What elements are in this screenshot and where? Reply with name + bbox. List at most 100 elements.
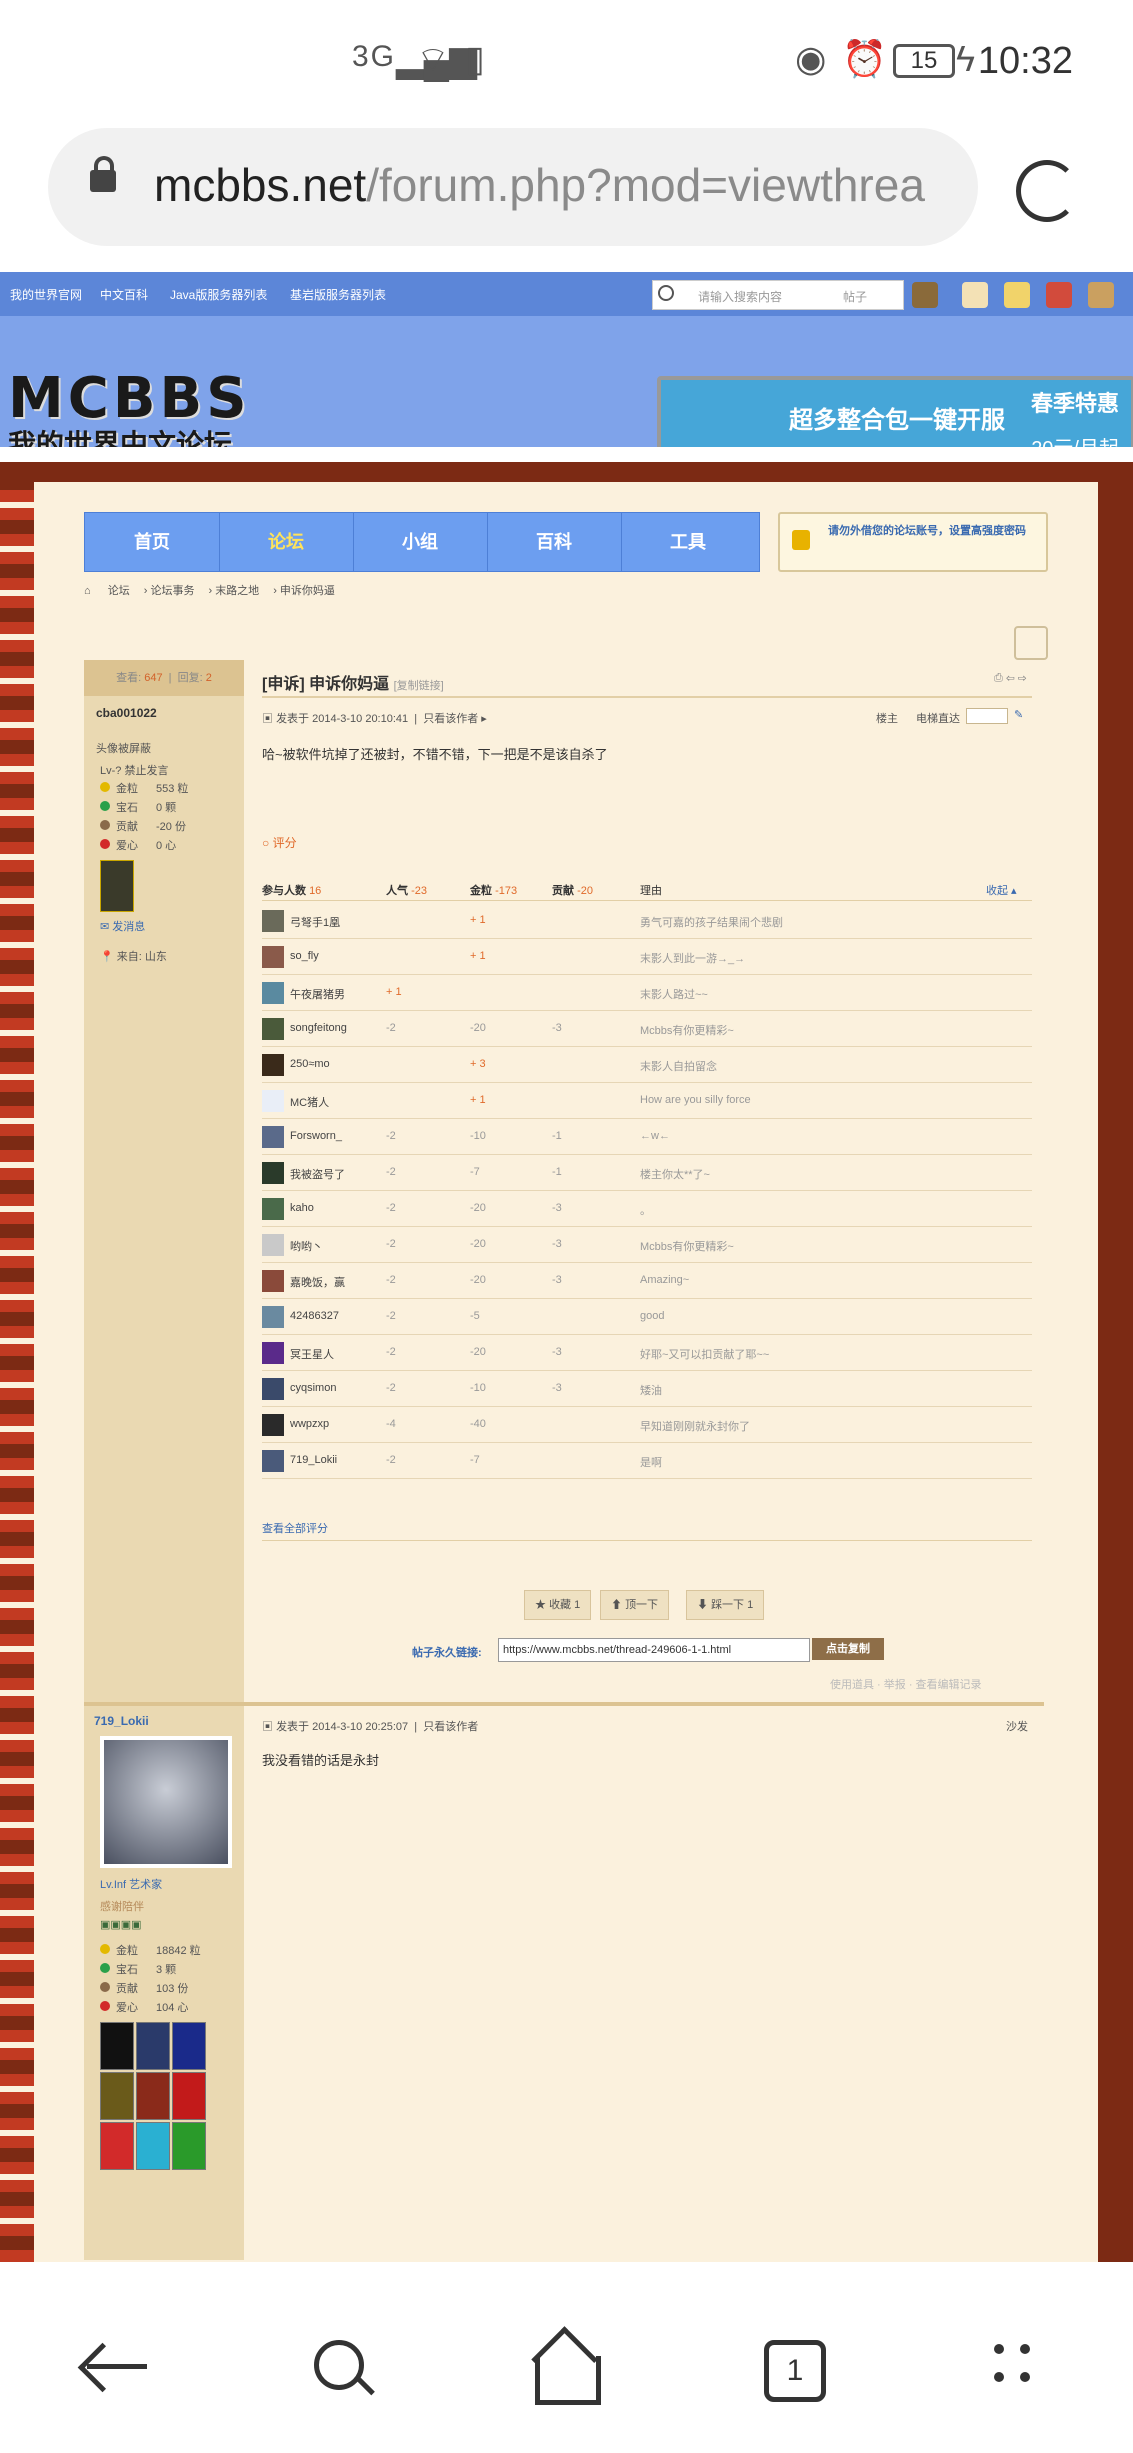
nav-groups[interactable]: 小组 bbox=[353, 513, 488, 571]
breadcrumb-thread[interactable]: 申诉你妈逼 bbox=[280, 585, 335, 597]
main-nav: 首页 论坛 小组 百科 工具 bbox=[84, 512, 760, 572]
rater-avatar[interactable] bbox=[262, 1450, 284, 1472]
back-icon[interactable] bbox=[75, 2326, 155, 2406]
upvote-button[interactable]: ⬆ 顶一下 bbox=[600, 1590, 670, 1620]
rater-name[interactable]: 哟哟丶 bbox=[290, 1238, 323, 1254]
more-menu-icon[interactable] bbox=[990, 2326, 1070, 2406]
permalink-field[interactable]: https://www.mcbbs.net/thread-249606-1-1.… bbox=[498, 1638, 810, 1662]
rating-gold: -7 bbox=[470, 1166, 480, 1178]
rater-avatar[interactable] bbox=[262, 1342, 284, 1364]
heart-icon bbox=[100, 2001, 110, 2011]
clock: 10:32 bbox=[977, 40, 1073, 82]
rating-pop: + 1 bbox=[386, 986, 402, 998]
home-nav-icon[interactable] bbox=[525, 2326, 605, 2406]
rater-name[interactable]: so_fly bbox=[290, 950, 319, 962]
rating-reason: Mcbbs有你更精彩~ bbox=[640, 1025, 734, 1037]
go-icon[interactable]: ✎ bbox=[1014, 708, 1023, 721]
copy-permalink-button[interactable]: 点击复制 bbox=[812, 1638, 884, 1660]
home-icon[interactable]: ⌂ bbox=[84, 585, 91, 597]
block-icon[interactable] bbox=[1004, 282, 1030, 308]
potion-icon[interactable] bbox=[1046, 282, 1072, 308]
post1-author[interactable]: cba001022 bbox=[96, 706, 157, 720]
rater-name[interactable]: 719_Lokii bbox=[290, 1454, 337, 1466]
rater-name[interactable]: kaho bbox=[290, 1202, 314, 1214]
url-text[interactable]: mcbbs.net/forum.php?mod=viewthrea bbox=[154, 158, 954, 212]
rater-name[interactable]: 冥王星人 bbox=[290, 1346, 334, 1362]
rater-name[interactable]: 嘉晚饭，赢 bbox=[290, 1274, 345, 1290]
rater-name[interactable]: MC猪人 bbox=[290, 1094, 329, 1110]
search-input[interactable]: 请输入搜索内容 帖子 bbox=[652, 280, 904, 310]
rater-avatar[interactable] bbox=[262, 1306, 284, 1328]
nav-forum[interactable]: 论坛 bbox=[219, 513, 354, 571]
rater-name[interactable]: 42486327 bbox=[290, 1310, 339, 1322]
forum-page: 我的世界官网 中文百科 Java版服务器列表 基岩版服务器列表 请输入搜索内容 … bbox=[0, 272, 1133, 2262]
rater-name[interactable]: Forsworn_ bbox=[290, 1130, 342, 1142]
tab-switcher-icon[interactable]: 1 bbox=[764, 2340, 826, 2402]
post-tools[interactable]: 使用道具 · 举报 · 查看编辑记录 bbox=[830, 1676, 982, 1692]
rater-name[interactable]: 我被盗号了 bbox=[290, 1166, 345, 1182]
rater-avatar[interactable] bbox=[262, 1234, 284, 1256]
nav-wiki[interactable]: 百科 bbox=[487, 513, 622, 571]
speaker-icon bbox=[792, 530, 810, 550]
rater-avatar[interactable] bbox=[262, 1018, 284, 1040]
downvote-button[interactable]: ⬇ 踩一下 1 bbox=[686, 1590, 765, 1620]
breadcrumb-affairs[interactable]: 论坛事务 bbox=[150, 585, 194, 597]
post2-author[interactable]: 719_Lokii bbox=[94, 1714, 149, 1728]
rating-reason: 末影人到此一游→_→ bbox=[640, 953, 746, 965]
rater-avatar[interactable] bbox=[262, 1270, 284, 1292]
user-avatar-icon[interactable] bbox=[912, 282, 938, 308]
medal-icon bbox=[136, 2122, 170, 2170]
rating-contrib: -3 bbox=[552, 1346, 562, 1358]
return-icon[interactable] bbox=[1014, 626, 1048, 660]
rater-name[interactable]: 250≈mo bbox=[290, 1058, 330, 1070]
breadcrumb-board[interactable]: 末路之地 bbox=[215, 585, 259, 597]
rate-link[interactable]: ○ 评分 bbox=[262, 834, 297, 851]
rater-avatar[interactable] bbox=[262, 1198, 284, 1220]
rating-reason: 矮油 bbox=[640, 1385, 662, 1397]
search-scope-select[interactable]: 帖子 bbox=[843, 288, 867, 305]
reload-icon[interactable] bbox=[1016, 160, 1078, 222]
rater-name[interactable]: cyqsimon bbox=[290, 1382, 336, 1394]
send-message-link[interactable]: ✉ 发消息 bbox=[100, 918, 145, 934]
only-author-link[interactable]: 只看该作者 bbox=[423, 1721, 478, 1733]
post2-level[interactable]: Lv.Inf 艺术家 bbox=[100, 1876, 162, 1892]
rater-avatar[interactable] bbox=[262, 946, 284, 968]
address-bar[interactable]: mcbbs.net/forum.php?mod=viewthrea bbox=[48, 128, 978, 246]
post2-meta: ▣ 发表于 2014-3-10 20:25:07 | 只看该作者 bbox=[262, 1721, 479, 1733]
rater-avatar[interactable] bbox=[262, 982, 284, 1004]
print-icon[interactable]: ⎙ ⇦ ⇨ bbox=[994, 672, 1027, 685]
palette-icon[interactable] bbox=[1088, 282, 1114, 308]
nav-tools[interactable]: 工具 bbox=[621, 513, 755, 571]
wifi-icon: ⌔ bbox=[416, 39, 450, 80]
only-author-link[interactable]: 只看该作者 bbox=[423, 713, 478, 725]
view-all-ratings[interactable]: 查看全部评分 bbox=[262, 1520, 328, 1536]
topnav-link-bedrock-servers[interactable]: 基岩版服务器列表 bbox=[290, 286, 386, 303]
mail-icon[interactable] bbox=[962, 282, 988, 308]
nav-home[interactable]: 首页 bbox=[85, 513, 220, 571]
rater-name[interactable]: songfeitong bbox=[290, 1022, 347, 1034]
copy-link[interactable]: [复制链接] bbox=[394, 680, 444, 692]
rating-pop: -2 bbox=[386, 1346, 396, 1358]
rater-avatar[interactable] bbox=[262, 1090, 284, 1112]
breadcrumb-forum[interactable]: 论坛 bbox=[108, 585, 130, 597]
rater-avatar[interactable] bbox=[262, 1162, 284, 1184]
topnav-link-wiki[interactable]: 中文百科 bbox=[100, 286, 148, 303]
rating-pop: -2 bbox=[386, 1022, 396, 1034]
elevator-input[interactable] bbox=[966, 708, 1008, 724]
rater-name[interactable]: 午夜屠猪男 bbox=[290, 986, 345, 1002]
favorite-button[interactable]: ★ 收藏 1 bbox=[524, 1590, 592, 1620]
rater-name[interactable]: 弓弩手1凰 bbox=[290, 914, 340, 930]
collapse-ratings[interactable]: 收起 ▴ bbox=[986, 882, 1017, 898]
topnav-link-java-servers[interactable]: Java版服务器列表 bbox=[170, 286, 267, 303]
rater-avatar[interactable] bbox=[262, 1378, 284, 1400]
rating-pop: -2 bbox=[386, 1166, 396, 1178]
avatar[interactable] bbox=[100, 1736, 232, 1868]
rater-avatar[interactable] bbox=[262, 1054, 284, 1076]
topnav-link-official[interactable]: 我的世界官网 bbox=[10, 286, 82, 303]
search-nav-icon[interactable] bbox=[300, 2326, 380, 2406]
rater-avatar[interactable] bbox=[262, 1126, 284, 1148]
rating-contrib: -3 bbox=[552, 1238, 562, 1250]
rater-avatar[interactable] bbox=[262, 1414, 284, 1436]
rater-name[interactable]: wwpzxp bbox=[290, 1418, 329, 1430]
rater-avatar[interactable] bbox=[262, 910, 284, 932]
